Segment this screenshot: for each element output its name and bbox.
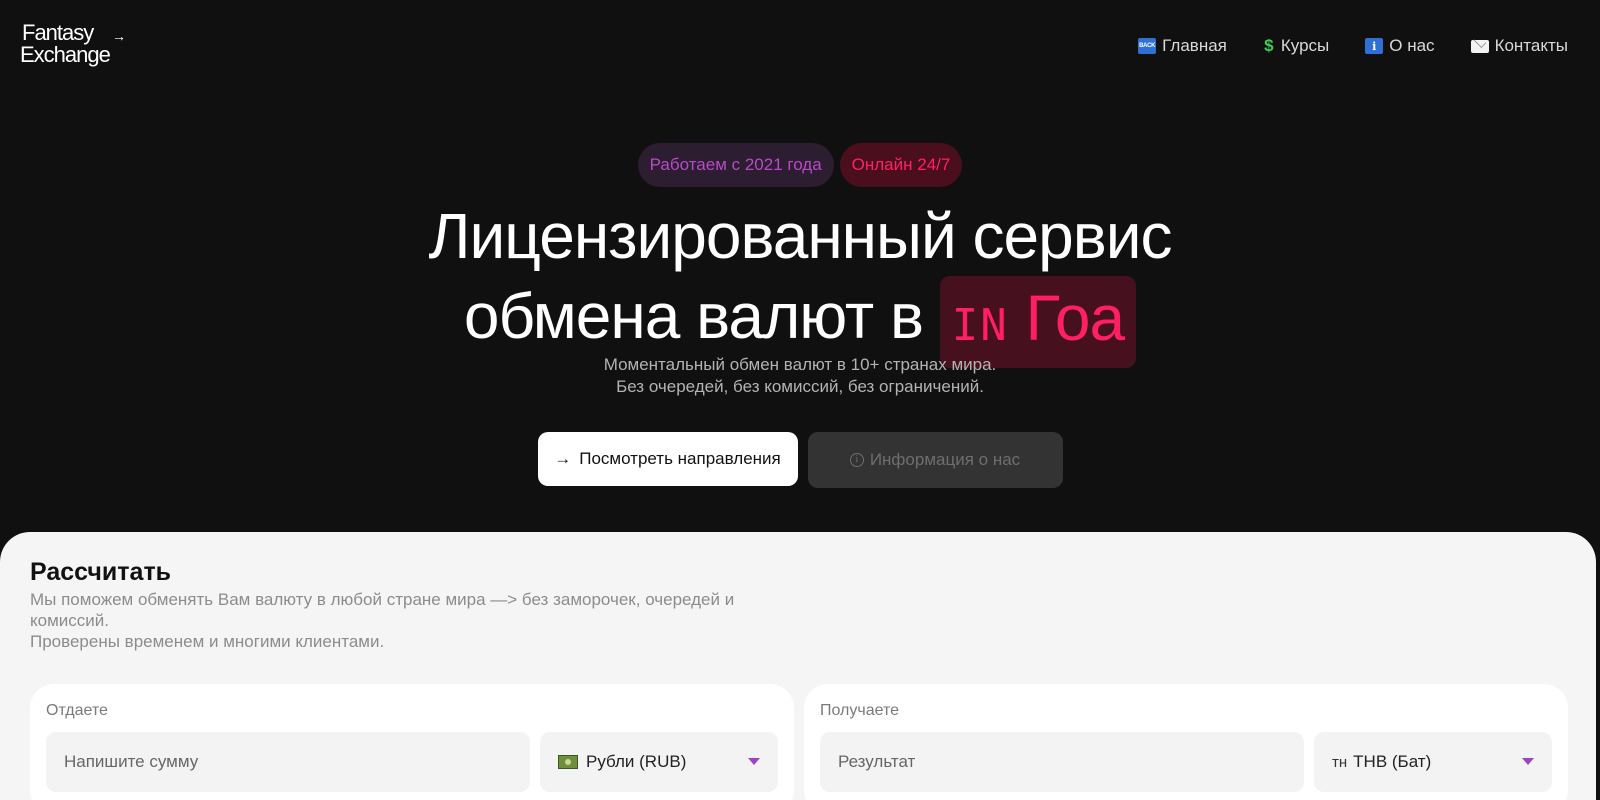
give-card: Отдаете Рубли (RUB) <box>30 684 794 800</box>
calculator-desc-line3: Проверены временем и многими клиентами. <box>30 632 385 651</box>
dollar-icon: $ <box>1264 36 1274 55</box>
calculator-desc-line2: комиссий. <box>30 611 109 630</box>
badge-online: Онлайн 24/7 <box>839 143 963 187</box>
nav-item-label: Главная <box>1162 36 1227 55</box>
back-icon: BACK <box>1138 38 1157 54</box>
logo-arrow-icon: → <box>112 28 126 44</box>
hero-title-line1: Лицензированный сервис <box>428 200 1173 272</box>
nav-item-label: Контакты <box>1494 36 1568 55</box>
calculator-panel: Рассчитать Мы поможем обменять Вам валют… <box>0 532 1596 800</box>
give-amount-input[interactable] <box>46 732 530 792</box>
receive-currency-select[interactable]: тн THB (Бат) <box>1314 732 1552 792</box>
logo-line2: Exchange <box>20 42 111 67</box>
receive-result-input[interactable] <box>820 732 1304 792</box>
give-label: Отдаете <box>46 702 108 719</box>
banknote-icon <box>558 755 578 769</box>
receive-label: Получаете <box>820 702 900 719</box>
nav-item-rates[interactable]: $ Курсы <box>1263 36 1329 56</box>
badge-since: Работаем с 2021 года <box>637 143 834 187</box>
hero-actions: → Посмотреть направления i Информация о … <box>0 432 1600 488</box>
about-info-button[interactable]: i Информация о нас <box>807 432 1063 488</box>
nav-item-label: О нас <box>1389 36 1435 55</box>
nav-item-home[interactable]: BACK Главная <box>1138 36 1227 56</box>
nav-item-contacts[interactable]: Контакты <box>1470 36 1568 56</box>
hero-badges: Работаем с 2021 года Онлайн 24/7 <box>0 143 1600 187</box>
receive-card: Получаете тн THB (Бат) <box>804 684 1568 800</box>
location-country-code: IN <box>951 300 1009 351</box>
nav-item-about[interactable]: i О нас <box>1365 36 1435 56</box>
calculator-desc-line1: Мы поможем обменять Вам валюту в любой с… <box>30 590 735 609</box>
chevron-down-icon <box>1522 758 1534 765</box>
hero-title: Лицензированный сервис обмена валют в IN… <box>0 196 1600 368</box>
view-directions-button[interactable]: → Посмотреть направления <box>537 432 798 486</box>
view-directions-label: Посмотреть направления <box>579 449 781 468</box>
chevron-down-icon <box>748 758 760 765</box>
hero-title-line2-prefix: обмена валют в <box>463 280 924 352</box>
mail-icon <box>1470 39 1489 53</box>
location-city: Гоа <box>1025 282 1126 354</box>
hero-subtitle: Моментальный обмен валют в 10+ странах м… <box>0 354 1600 398</box>
info-circle-icon: i <box>849 453 864 467</box>
about-info-label: Информация о нас <box>869 450 1021 469</box>
info-icon: i <box>1365 38 1384 54</box>
currency-flag-text: тн <box>1332 753 1348 771</box>
nav-item-label: Курсы <box>1280 36 1330 55</box>
give-currency-select[interactable]: Рубли (RUB) <box>540 732 778 792</box>
logo[interactable]: Fantasy → Exchange <box>20 22 140 68</box>
calculator-title: Рассчитать <box>30 558 172 586</box>
logo-line1: Fantasy <box>22 20 94 45</box>
receive-currency-value: THB (Бат) <box>1353 752 1432 771</box>
main-nav: BACK Главная $ Курсы i О нас Контакты <box>1138 36 1568 56</box>
give-currency-value: Рубли (RUB) <box>586 752 687 771</box>
arrow-right-icon: → <box>554 449 572 468</box>
hero-subtitle-line1: Моментальный обмен валют в 10+ странах м… <box>603 355 997 374</box>
calculator-description: Мы поможем обменять Вам валюту в любой с… <box>30 589 810 652</box>
hero-subtitle-line2: Без очередей, без комиссий, без ограниче… <box>616 377 984 396</box>
